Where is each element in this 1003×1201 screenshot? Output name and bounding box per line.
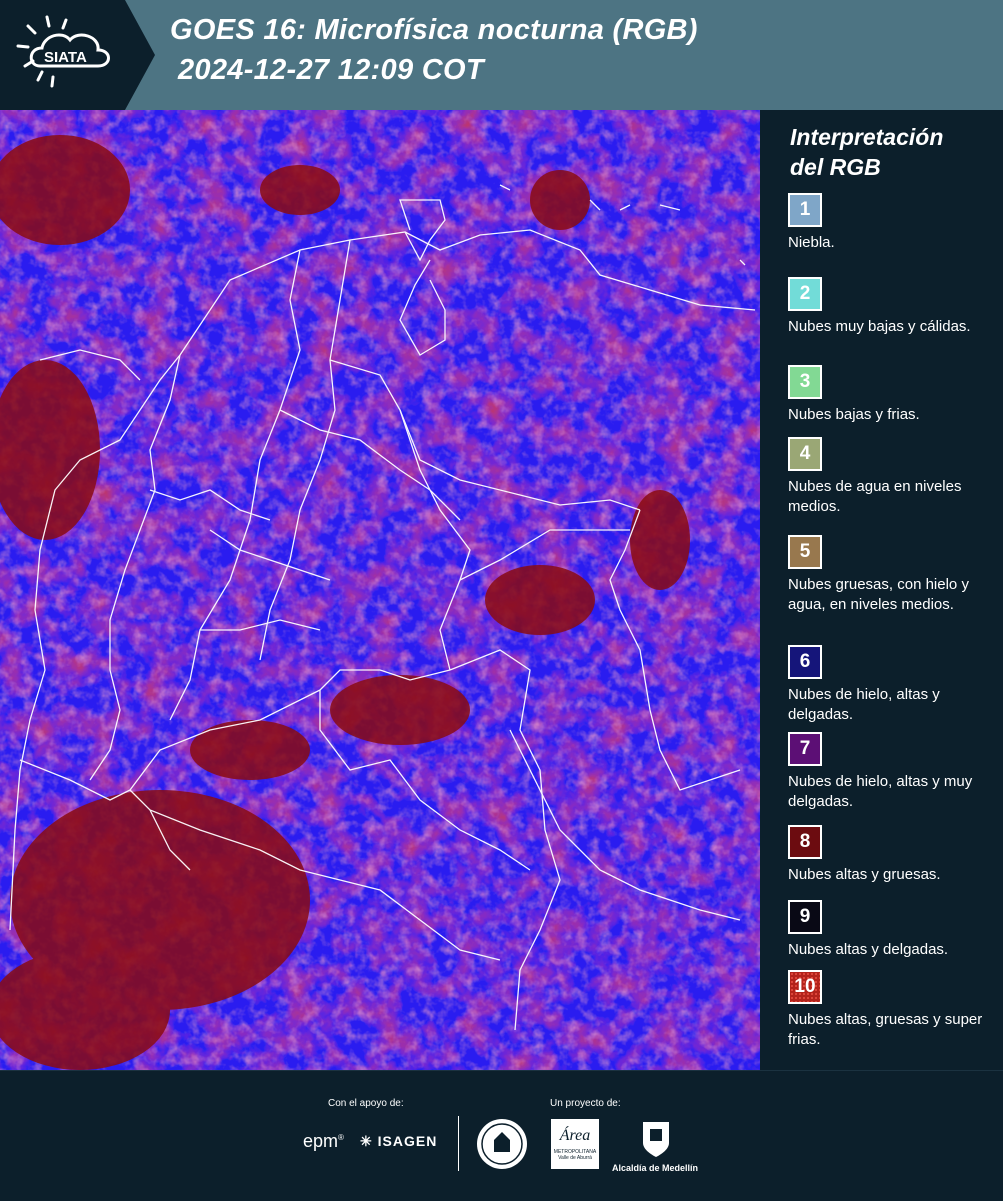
legend-item-7: 7 Nubes de hielo, altas y muy delgadas. xyxy=(788,732,988,812)
legend-label: Nubes de hielo, altas y delgadas. xyxy=(788,686,940,723)
header-bar: SIATA GOES 16: Microfísica nocturna (RGB… xyxy=(0,0,1003,110)
legend-item-4: 4 Nubes de agua en niveles medios. xyxy=(788,437,988,517)
legend-label: Nubes altas y delgadas. xyxy=(788,941,949,958)
legend-label: Nubes gruesas, con hielo y agua, en nive… xyxy=(788,576,969,613)
legend-item-10: 10 Nubes altas, gruesas y super frias. xyxy=(788,970,988,1050)
footer-divider xyxy=(458,1116,459,1171)
gobernacion-seal-icon xyxy=(477,1119,527,1169)
legend-item-9: 9 Nubes altas y delgadas. xyxy=(788,900,988,960)
isagen-logo-text: ISAGEN xyxy=(377,1133,438,1149)
legend-swatch: 3 xyxy=(788,365,822,399)
legend-item-6: 6 Nubes de hielo, altas y delgadas. xyxy=(788,645,988,725)
alcaldia-label: Alcaldía de Medellín xyxy=(612,1163,699,1173)
legend-item-8: 8 Nubes altas y gruesas. xyxy=(788,825,988,885)
page-subtitle-timestamp: 2024-12-27 12:09 COT xyxy=(178,54,484,86)
isagen-logo: ✳ ISAGEN xyxy=(360,1133,437,1150)
area-logo-subtext2: Valle de Aburrá xyxy=(558,1155,592,1161)
page-title: GOES 16: Microfísica nocturna (RGB) xyxy=(170,14,698,46)
legend-label: Nubes altas y gruesas. xyxy=(788,866,941,883)
siata-logo: SIATA xyxy=(0,0,155,110)
legend-label: Niebla. xyxy=(788,234,835,251)
legend-title-line1: Interpretación xyxy=(790,124,944,150)
legend-label: Nubes bajas y frias. xyxy=(788,406,920,423)
isagen-star-icon: ✳ xyxy=(360,1133,373,1149)
legend-swatch: 1 xyxy=(788,193,822,227)
epm-logo: epm® xyxy=(303,1131,344,1151)
legend-item-2: 2 Nubes muy bajas y cálidas. xyxy=(788,277,988,337)
project-label: Un proyecto de: xyxy=(550,1098,621,1109)
footer: Con el apoyo de: Un proyecto de: epm® ✳ … xyxy=(0,1070,1003,1201)
legend-swatch: 7 xyxy=(788,732,822,766)
legend-swatch: 5 xyxy=(788,535,822,569)
legend-item-5: 5 Nubes gruesas, con hielo y agua, en niv… xyxy=(788,535,988,615)
legend-swatch: 8 xyxy=(788,825,822,859)
legend-swatch: 4 xyxy=(788,437,822,471)
legend-label: Nubes muy bajas y cálidas. xyxy=(788,318,971,335)
area-metropolitana-logo: Área METROPOLITANA Valle de Aburrá xyxy=(551,1119,599,1169)
area-logo-text: Área xyxy=(559,1127,591,1144)
legend-title-line2: del RGB xyxy=(790,154,881,180)
satellite-rgb-map xyxy=(0,110,760,1070)
medellin-shield-icon xyxy=(643,1122,669,1157)
siata-text: SIATA xyxy=(44,49,87,66)
legend-title: Interpretación del RGB xyxy=(790,122,943,182)
rgb-legend: Interpretación del RGB 1 Niebla. 2 Nubes mu… xyxy=(778,110,998,1070)
epm-logo-text: epm xyxy=(303,1131,339,1151)
legend-swatch: 2 xyxy=(788,277,822,311)
legend-label: Nubes de hielo, altas y muy delgadas. xyxy=(788,773,973,810)
legend-swatch: 10 xyxy=(788,970,822,1004)
legend-item-1: 1 Niebla. xyxy=(788,193,988,253)
legend-swatch: 6 xyxy=(788,645,822,679)
legend-item-3: 3 Nubes bajas y frias. xyxy=(788,365,988,425)
support-label: Con el apoyo de: xyxy=(328,1098,404,1109)
legend-swatch: 9 xyxy=(788,900,822,934)
legend-label: Nubes altas, gruesas y super frias. xyxy=(788,1011,983,1048)
legend-label: Nubes de agua en niveles medios. xyxy=(788,478,962,515)
